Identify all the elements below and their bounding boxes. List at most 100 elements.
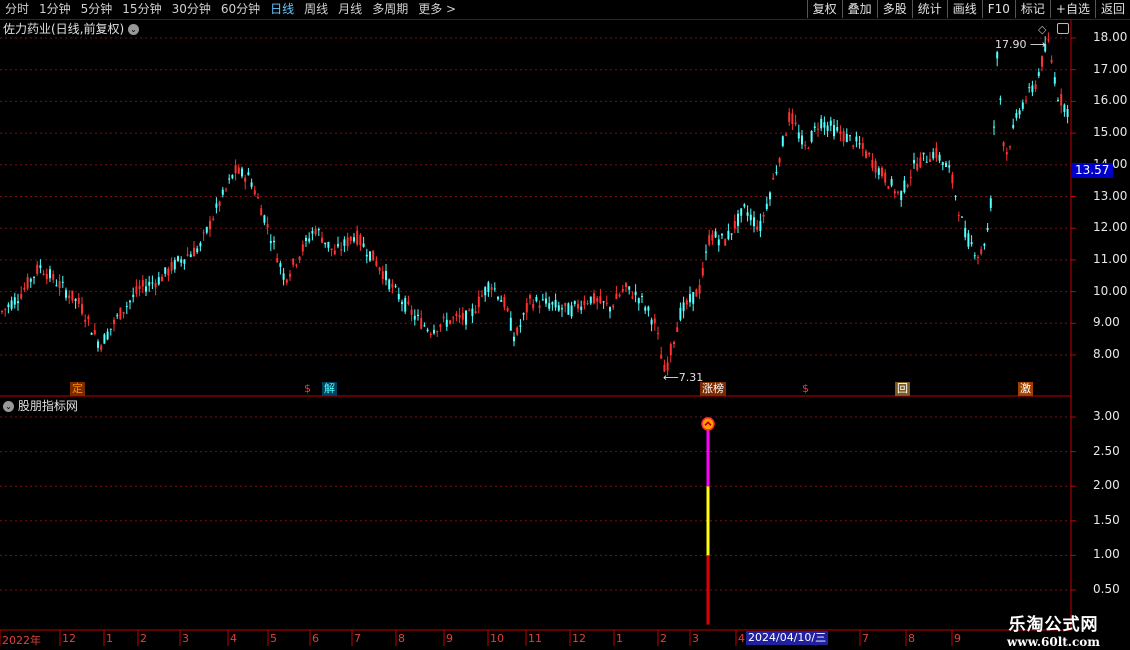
candle-body — [740, 208, 743, 216]
candle-body — [410, 309, 413, 315]
candle-body — [762, 214, 765, 217]
candle-body — [666, 362, 669, 371]
candle-body — [756, 226, 759, 230]
candle-body — [7, 304, 10, 308]
candle-body — [253, 190, 256, 195]
candle-body — [381, 271, 384, 279]
candle-body — [148, 281, 151, 286]
candle-body — [74, 298, 77, 301]
candle-body — [461, 312, 464, 320]
candle-body — [778, 158, 781, 163]
candle-body — [980, 249, 983, 254]
candle-body — [1034, 84, 1037, 89]
candle-body — [692, 292, 695, 304]
candle-body — [273, 240, 275, 243]
candle-body — [202, 232, 205, 234]
candle-body — [157, 277, 160, 285]
candle-body — [753, 217, 755, 227]
event-mark[interactable]: 涨榜 — [700, 382, 726, 396]
candle-body — [765, 203, 768, 209]
candle-body — [1009, 146, 1011, 148]
candle-body — [564, 302, 567, 306]
date-tick-label: 4 — [738, 632, 745, 645]
event-mark[interactable]: 解 — [322, 382, 337, 396]
indicator-tick-label: 2.00 — [1093, 478, 1120, 493]
candle-body — [836, 127, 839, 131]
candle-body — [775, 171, 778, 174]
candle-body — [788, 112, 791, 122]
event-mark[interactable]: $ — [800, 382, 811, 396]
candle-body — [865, 151, 867, 158]
candle-body — [209, 220, 211, 230]
candle-body — [999, 98, 1002, 100]
candle-body — [1002, 142, 1005, 147]
candle-body — [500, 300, 503, 302]
candle-body — [4, 308, 7, 310]
candle-body — [660, 354, 663, 359]
candle-body — [513, 336, 515, 342]
candle-body — [266, 224, 269, 228]
candle-body — [109, 328, 112, 330]
candle-body — [618, 294, 621, 297]
candle-body — [890, 178, 893, 186]
candle-body — [650, 319, 653, 325]
event-mark[interactable]: 激 — [1018, 382, 1033, 396]
candle-body — [583, 300, 586, 306]
candle-body — [727, 230, 730, 240]
candle-body — [385, 270, 387, 281]
candle-body — [781, 136, 784, 147]
candle-body — [881, 167, 883, 177]
candle-body — [743, 204, 746, 207]
candle-body — [372, 250, 375, 261]
date-tick-label: 7 — [354, 632, 361, 645]
candle-body — [423, 325, 426, 327]
candle-body — [138, 286, 141, 289]
candle-body — [61, 281, 64, 283]
candle-body — [484, 287, 487, 296]
candle-body — [225, 188, 227, 190]
candle-body — [577, 303, 579, 309]
watermark: 乐淘公式网 www.60lt.com — [1007, 610, 1100, 649]
candle-body — [346, 237, 349, 247]
candle-body — [906, 184, 909, 187]
price-tick-label: 15.00 — [1093, 125, 1128, 140]
kline-chart[interactable] — [0, 0, 1130, 650]
candle-body — [804, 144, 807, 146]
candle-body — [625, 282, 627, 288]
chevron-down-icon[interactable]: ⌄ — [3, 401, 14, 412]
candle-body — [842, 131, 845, 142]
candle-body — [813, 126, 816, 128]
candle-body — [369, 251, 371, 261]
candle-body — [362, 243, 365, 247]
candle-body — [289, 273, 291, 277]
candle-body — [695, 289, 698, 297]
candle-body — [1050, 60, 1053, 63]
candle-body — [529, 294, 531, 299]
candle-body — [321, 237, 323, 243]
candle-body — [637, 298, 640, 304]
candle-body — [250, 182, 253, 187]
date-tick-label: 11 — [528, 632, 542, 645]
candle-body — [612, 305, 615, 308]
candle-body — [676, 327, 679, 332]
candle-body — [490, 287, 493, 290]
candle-body — [964, 227, 967, 238]
candle-body — [417, 314, 419, 316]
event-mark[interactable]: 回 — [895, 382, 910, 396]
candle-body — [337, 244, 339, 247]
candle-body — [493, 288, 496, 290]
candle-body — [653, 318, 656, 324]
candle-body — [679, 307, 682, 320]
event-mark[interactable]: $ — [302, 382, 313, 396]
date-tick-label: 7 — [862, 632, 869, 645]
candle-body — [909, 176, 912, 179]
candle-body — [449, 320, 451, 324]
candle-body — [173, 260, 176, 270]
event-mark[interactable]: 定 — [70, 382, 85, 396]
candle-body — [621, 288, 624, 292]
candle-body — [199, 242, 202, 247]
candle-body — [861, 143, 864, 149]
signal-arrow-icon — [701, 417, 715, 431]
candle-body — [497, 296, 499, 300]
date-tick-label: 6 — [312, 632, 319, 645]
